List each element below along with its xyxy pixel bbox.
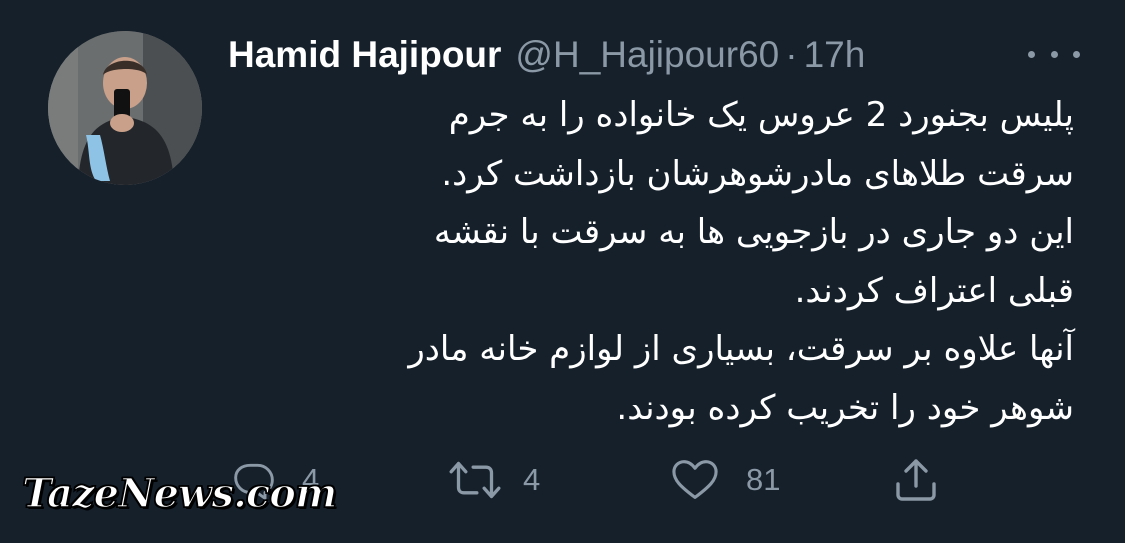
tweet-text-line: شوهر خود را تخریب کرده بودند. [616, 387, 1074, 428]
separator-dot: · [785, 34, 798, 75]
tweet-text-line: این دو جاری در بازجویی ها به سرقت با نقش… [433, 212, 1074, 252]
retweet-count: 4 [523, 462, 541, 497]
more-dot [1028, 50, 1035, 58]
tweet-text: پلیس بجنورد 2 عروس یک خانواده را به جرم … [228, 86, 1074, 437]
more-options-icon[interactable] [1028, 42, 1080, 66]
more-dot [1073, 50, 1080, 58]
share-icon [896, 459, 936, 501]
retweet-icon [449, 461, 501, 499]
retweet-button[interactable]: 4 [447, 452, 540, 508]
display-name[interactable]: Hamid Hajipour [228, 34, 501, 76]
tweet-text-line: سرقت طلاهای مادرشوهرشان بازداشت کرد. [441, 153, 1074, 194]
share-button[interactable] [891, 452, 941, 508]
tweet-text-line: قبلی اعتراف کردند. [794, 270, 1074, 311]
like-count: 81 [746, 462, 781, 497]
avatar-image [48, 31, 202, 185]
tweet-time[interactable]: 17h [804, 34, 866, 76]
like-button[interactable]: 81 [670, 452, 780, 508]
user-handle[interactable]: @H_Hajipour60 [515, 34, 779, 76]
tweet-text-line: آنها علاوه بر سرقت، بسیاری از لوازم خانه… [408, 329, 1074, 369]
tweet-text-line: پلیس بجنورد 2 عروس یک خانواده را به جرم [448, 95, 1074, 135]
tweet-header: Hamid Hajipour @H_Hajipour60 · 17h [228, 30, 865, 80]
more-dot [1050, 50, 1058, 58]
avatar[interactable] [48, 31, 202, 185]
heart-icon [672, 460, 718, 499]
watermark: TazeNews.com [21, 469, 338, 518]
